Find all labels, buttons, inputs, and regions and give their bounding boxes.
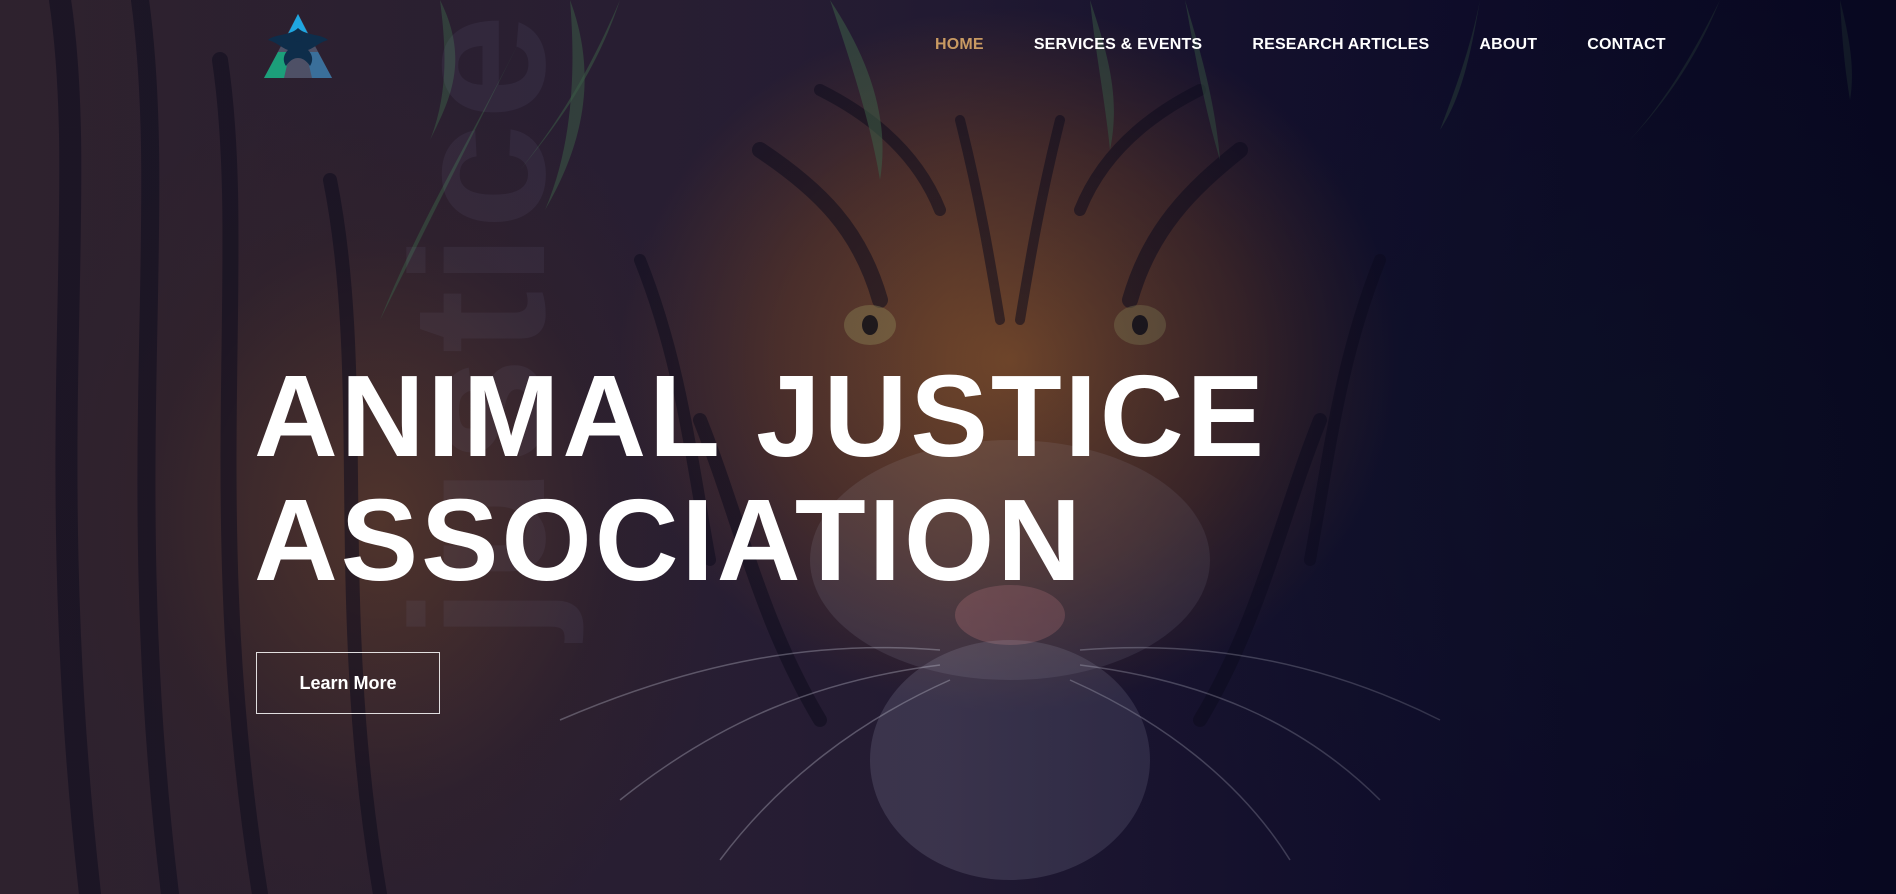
main-navigation: HOME SERVICES & EVENTS RESEARCH ARTICLES…	[935, 35, 1716, 55]
nav-item-research-articles[interactable]: RESEARCH ARTICLES	[1252, 35, 1429, 55]
nav-item-services-events[interactable]: SERVICES & EVENTS	[1034, 35, 1203, 55]
nav-item-home[interactable]: HOME	[935, 35, 984, 55]
hero-title-line-2: ASSOCIATION	[254, 475, 1084, 605]
hero-title-line-1: ANIMAL JUSTICE	[254, 351, 1268, 481]
learn-more-button[interactable]: Learn More	[256, 652, 440, 714]
nav-item-about[interactable]: ABOUT	[1479, 35, 1537, 55]
eagle-logo-icon[interactable]	[260, 10, 336, 82]
hero-section: justice HOME SERVICES & EVENTS RESEARCH …	[0, 0, 1896, 894]
nav-item-contact[interactable]: CONTACT	[1587, 35, 1665, 55]
hero-title: ANIMAL JUSTICE ASSOCIATION	[254, 354, 1267, 602]
